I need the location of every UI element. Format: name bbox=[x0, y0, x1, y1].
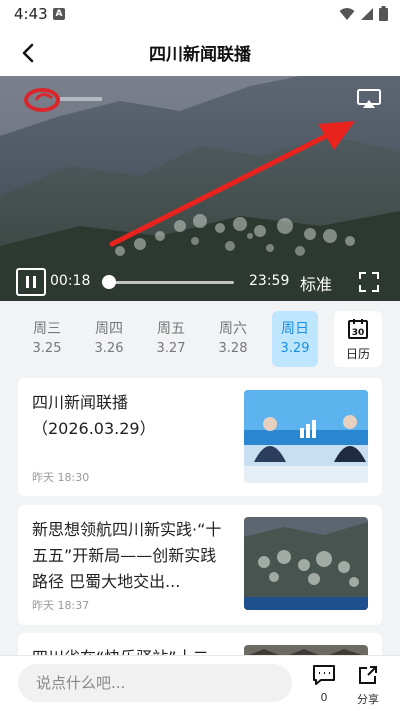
date-item[interactable]: 周五 3.27 bbox=[148, 311, 194, 367]
comment-button[interactable]: 0 bbox=[310, 664, 338, 704]
news-title: 四川新闻联播（2026.03.29） bbox=[32, 393, 156, 438]
share-button[interactable]: 分享 bbox=[353, 664, 383, 707]
date-day: 3.27 bbox=[156, 341, 186, 356]
comment-icon bbox=[313, 665, 335, 685]
news-title: 新思想领航四川新实践·“十五五”开新局——创新实践路径 巴蜀大地交出... bbox=[32, 520, 222, 591]
date-selector: 周三 3.25 周四 3.26 周五 3.27 周六 3.28 周日 3.29 … bbox=[0, 301, 400, 373]
wifi-icon bbox=[339, 7, 355, 20]
date-day: 3.25 bbox=[32, 341, 62, 356]
date-weekday: 周三 bbox=[33, 321, 61, 337]
cast-button[interactable] bbox=[356, 88, 382, 110]
date-weekday: 周五 bbox=[157, 321, 185, 337]
status-bar: 4:43 A bbox=[0, 0, 400, 28]
total-time: 23:59 bbox=[249, 273, 290, 289]
current-time: 00:18 bbox=[50, 273, 91, 289]
date-day: 3.29 bbox=[280, 341, 310, 356]
signal-icon bbox=[361, 7, 373, 20]
date-day: 3.26 bbox=[94, 341, 124, 356]
date-item[interactable]: 周三 3.25 bbox=[24, 311, 70, 367]
news-card[interactable]: 四川新闻联播（2026.03.29） 昨天 18:30 bbox=[18, 378, 382, 496]
quality-button[interactable]: 标准 bbox=[300, 271, 332, 295]
share-label: 分享 bbox=[357, 693, 379, 706]
news-time: 昨天 18:30 bbox=[32, 471, 90, 484]
app-header: 四川新闻联播 bbox=[0, 28, 400, 76]
fullscreen-button[interactable] bbox=[358, 271, 380, 293]
news-time: 昨天 18:37 bbox=[32, 599, 90, 612]
news-card[interactable]: 新思想领航四川新实践·“十五五”开新局——创新实践路径 巴蜀大地交出... 昨天… bbox=[18, 505, 382, 625]
date-weekday: 周日 bbox=[281, 321, 309, 337]
news-thumbnail bbox=[244, 517, 368, 610]
video-player[interactable]: 00:18 23:59 标准 bbox=[0, 76, 400, 301]
comment-input[interactable] bbox=[18, 664, 292, 702]
cast-icon bbox=[357, 89, 381, 108]
date-weekday: 周四 bbox=[95, 321, 123, 337]
pause-button[interactable] bbox=[16, 268, 46, 296]
video-controls: 00:18 23:59 标准 bbox=[0, 262, 400, 301]
svg-text:30: 30 bbox=[352, 328, 365, 338]
date-item-selected[interactable]: 周日 3.29 bbox=[272, 311, 318, 367]
comment-count: 0 bbox=[320, 691, 328, 704]
page-title: 四川新闻联播 bbox=[149, 45, 251, 65]
date-item[interactable]: 周六 3.28 bbox=[210, 311, 256, 367]
calendar-icon: 30 bbox=[348, 319, 368, 339]
status-time: 4:43 bbox=[14, 5, 48, 23]
date-weekday: 周六 bbox=[219, 321, 247, 337]
share-icon bbox=[359, 666, 377, 684]
date-item[interactable]: 周四 3.26 bbox=[86, 311, 132, 367]
pause-icon bbox=[26, 276, 29, 288]
date-day: 3.28 bbox=[218, 341, 248, 356]
progress-thumb[interactable] bbox=[102, 275, 116, 289]
bottom-bar: 0 分享 bbox=[0, 655, 400, 711]
battery-icon bbox=[379, 6, 388, 21]
fullscreen-icon bbox=[359, 272, 379, 292]
calendar-button[interactable]: 30 日历 bbox=[334, 311, 382, 367]
progress-track[interactable] bbox=[106, 281, 234, 284]
calendar-label: 日历 bbox=[345, 347, 370, 361]
notification-icon: A bbox=[53, 8, 65, 20]
news-thumbnail bbox=[244, 390, 368, 483]
